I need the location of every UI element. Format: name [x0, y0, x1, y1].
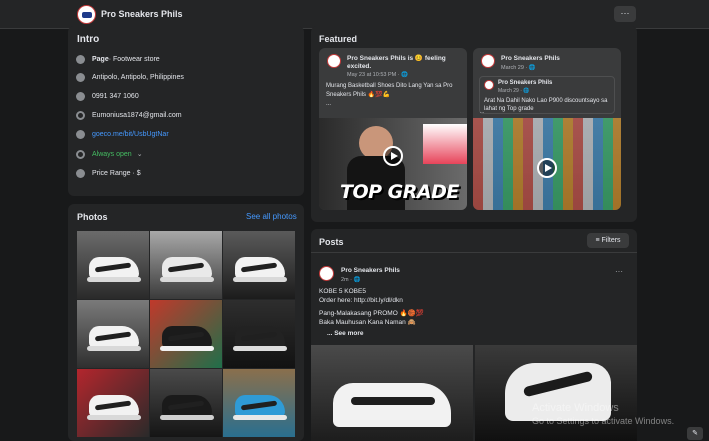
shared-author[interactable]: Pro Sneakers Phils — [498, 80, 552, 86]
phone-icon — [76, 91, 85, 101]
photo-thumbnail[interactable] — [150, 369, 222, 437]
photo-thumbnail[interactable] — [77, 300, 149, 368]
email-text: Eumoniusa1874@gmail.com — [92, 111, 182, 119]
posts-title: Posts — [319, 237, 344, 247]
photo-thumbnail[interactable] — [223, 231, 295, 299]
play-icon[interactable] — [383, 146, 403, 166]
see-more-link[interactable]: ... See more — [327, 330, 364, 337]
post-more-text: ... — [480, 109, 485, 115]
location-pin-icon — [76, 72, 85, 82]
page-logo-avatar[interactable] — [77, 5, 96, 24]
post-text-line: KOBE 5 KOBE5 — [319, 288, 366, 295]
price-tag-icon — [76, 168, 85, 178]
post-timestamp[interactable]: 2m · 🌐 — [341, 277, 360, 283]
post-order-line: Order here: http://bit.ly/dl/dkn — [319, 297, 403, 304]
post-text: Murang Basketball Shoes Dito Lang Yan sa… — [326, 83, 453, 98]
photo-thumbnail[interactable] — [150, 231, 222, 299]
shoe-wall — [423, 124, 467, 164]
link-icon — [76, 129, 85, 139]
hours-status[interactable]: Always open — [92, 151, 132, 158]
location-text: Antipolo, Antipolo, Philippines — [92, 73, 184, 81]
see-all-photos-link[interactable]: See all photos — [246, 212, 297, 221]
more-options-button[interactable]: ··· — [614, 6, 636, 22]
post-author[interactable]: Pro Sneakers Phils is 😊 feeling excited. — [347, 55, 459, 71]
intro-category-row: Page · Footwear store — [76, 53, 160, 65]
featured-title: Featured — [319, 34, 358, 44]
info-icon — [76, 54, 85, 64]
featured-video[interactable]: TOP GRADE — [319, 118, 467, 210]
page-avatar[interactable] — [481, 54, 495, 68]
clock-icon — [76, 149, 85, 159]
activate-windows-title: Activate Windows — [532, 402, 619, 414]
intro-price-row: Price Range · $ — [76, 167, 141, 179]
activate-windows-subtitle: Go to Settings to activate Windows. — [532, 416, 675, 426]
photo-thumbnail[interactable] — [77, 369, 149, 437]
featured-video[interactable] — [473, 118, 621, 210]
post-more-options-button[interactable]: ··· — [615, 267, 623, 276]
post-image[interactable] — [311, 345, 473, 441]
intro-phone-row: 0991 347 1060 — [76, 90, 139, 102]
post-author-avatar[interactable] — [319, 266, 334, 281]
photo-thumbnail[interactable] — [150, 300, 222, 368]
featured-card: Featured Pro Sneakers Phils is 😊 feeling… — [311, 26, 637, 222]
chevron-down-icon[interactable]: ⌄ — [137, 150, 143, 158]
post-text-line: Baka Mauhusan Kana Naman 🙈 — [319, 319, 416, 326]
intro-location-row: Antipolo, Antipolo, Philippines — [76, 71, 184, 83]
top-grade-overlay: TOP GRADE — [340, 181, 459, 203]
shared-page-avatar[interactable] — [484, 80, 494, 90]
featured-post-1[interactable]: Pro Sneakers Phils is 😊 feeling excited.… — [319, 48, 467, 210]
photo-thumbnail[interactable] — [223, 369, 295, 437]
post-author[interactable]: Pro Sneakers Phils — [501, 55, 560, 62]
shoe-image — [333, 383, 451, 427]
post-author[interactable]: Pro Sneakers Phils — [341, 267, 400, 274]
intro-email-row: Eumoniusa1874@gmail.com — [76, 109, 182, 121]
page-label: Page — [92, 55, 109, 63]
photos-card: Photos See all photos — [68, 204, 304, 441]
photos-title: Photos — [77, 212, 108, 222]
photo-thumbnail[interactable] — [223, 300, 295, 368]
page-avatar[interactable] — [327, 54, 341, 68]
post-timestamp[interactable]: March 29 · 🌐 — [501, 65, 536, 71]
phone-text: 0991 347 1060 — [92, 92, 139, 100]
intro-link-row: goeco.me/bit/UsbUgtNar — [76, 128, 169, 140]
filters-label: Filters — [601, 237, 621, 244]
shoe-stripe — [351, 397, 435, 405]
divider — [311, 252, 637, 253]
filters-button[interactable]: ≡ Filters — [587, 233, 629, 248]
photo-thumbnail[interactable] — [77, 231, 149, 299]
post-order-link[interactable]: Order here: http://bit.ly/dl/dkn — [319, 297, 403, 304]
intro-hours-row: Always open ⌄ — [76, 148, 143, 160]
featured-post-2[interactable]: Pro Sneakers Phils March 29 · 🌐 Pro Snea… — [473, 48, 621, 210]
post-text-line: Pang-Malakasang PROMO 🔥🏀💯 — [319, 310, 424, 317]
page-title[interactable]: Pro Sneakers Phils — [101, 9, 183, 19]
post-timestamp[interactable]: May 23 at 10:53 PM · 🌐 — [347, 72, 408, 78]
email-icon — [76, 110, 85, 120]
page-category: · Footwear store — [108, 55, 160, 63]
shared-timestamp: March 29 · 🌐 — [498, 88, 530, 94]
edit-icon[interactable]: ✎ — [687, 427, 703, 440]
play-icon[interactable] — [537, 158, 557, 178]
post-more-text: ... — [326, 101, 332, 107]
top-bar: Pro Sneakers Phils ··· — [0, 0, 709, 29]
intro-card: Intro Page · Footwear store Antipolo, An… — [68, 26, 304, 196]
post-image[interactable] — [475, 345, 637, 441]
price-range-text: Price Range · $ — [92, 169, 141, 177]
website-link[interactable]: goeco.me/bit/UsbUgtNar — [92, 131, 169, 138]
intro-title: Intro — [77, 34, 100, 45]
